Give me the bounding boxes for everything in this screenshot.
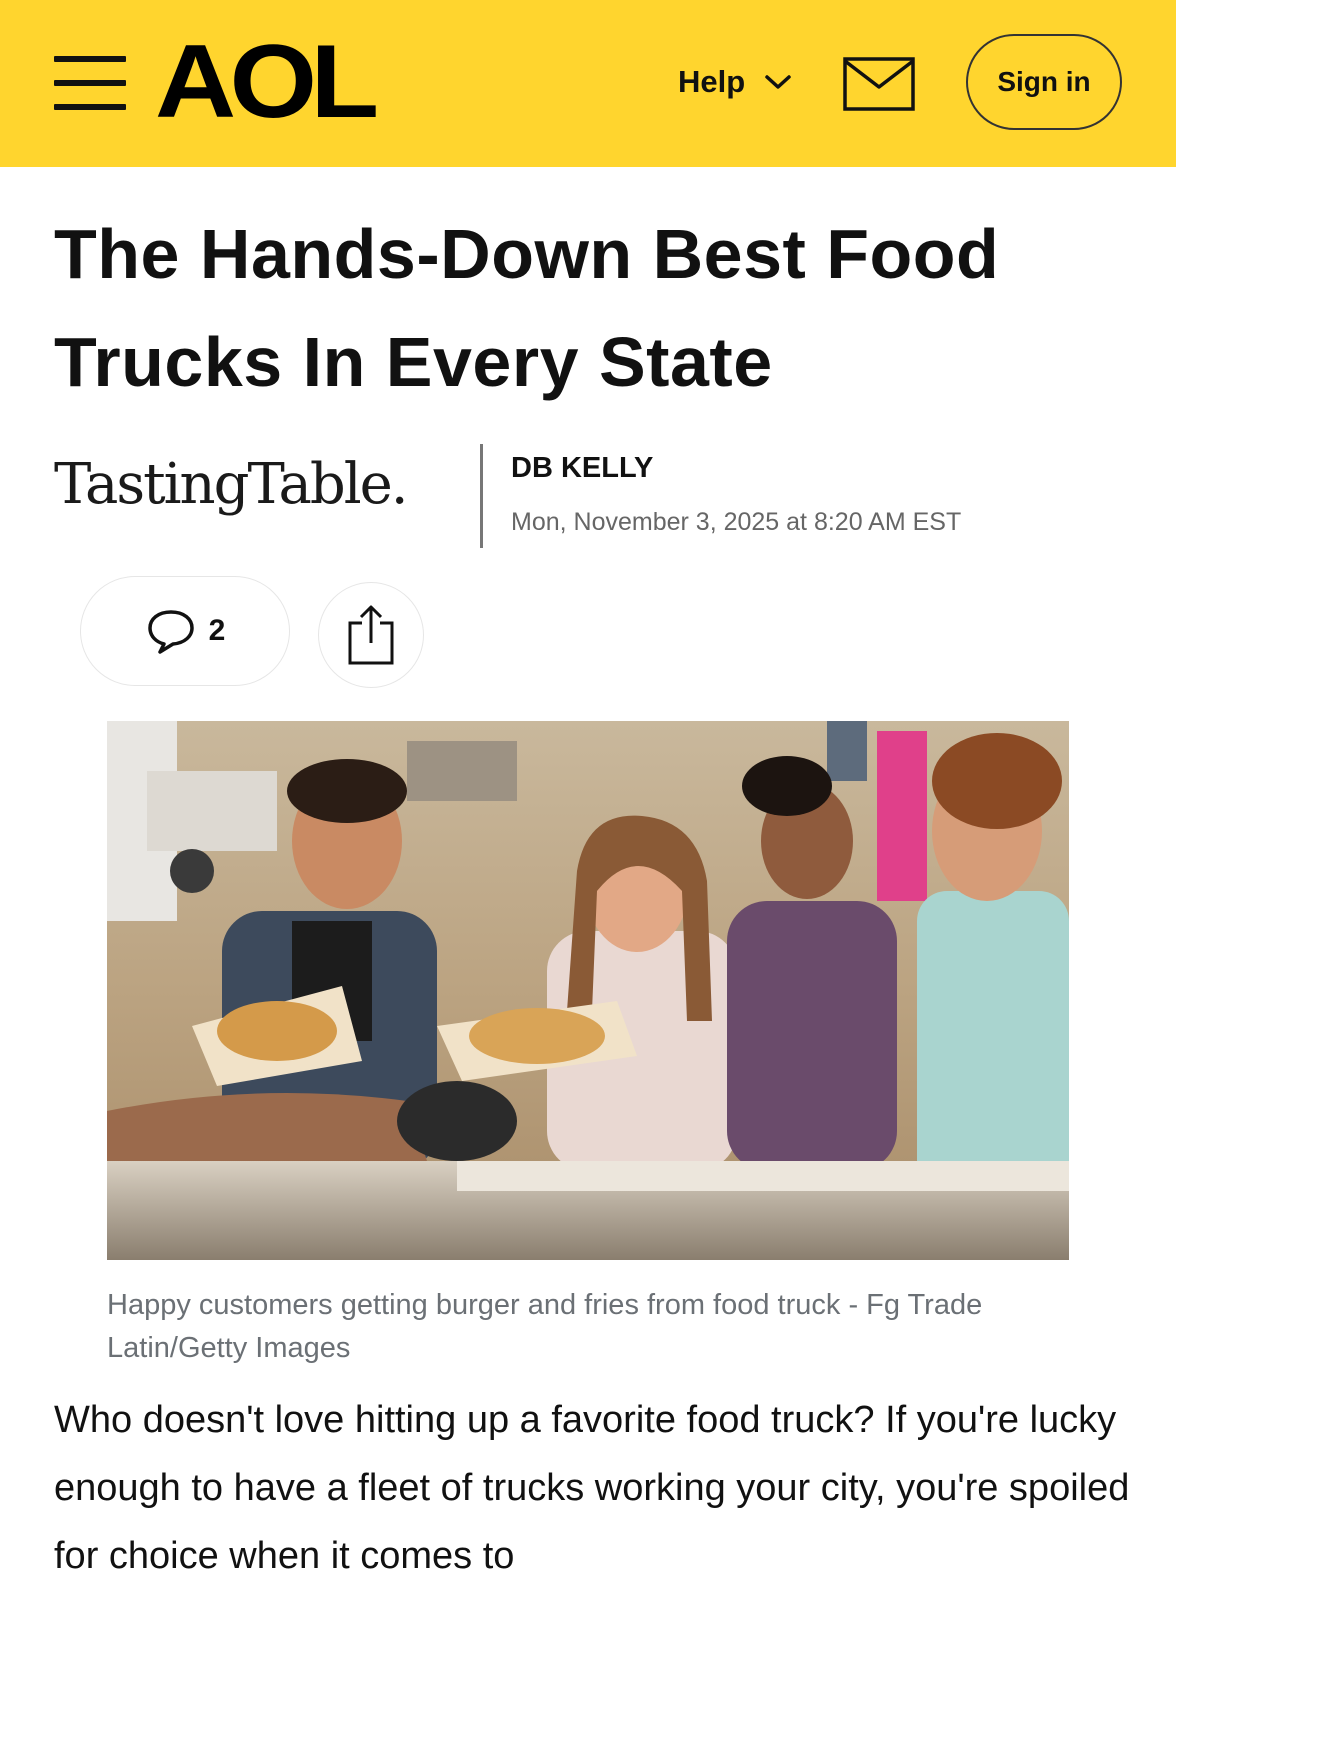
share-icon xyxy=(348,605,394,665)
mail-icon[interactable] xyxy=(843,57,915,111)
comments-button[interactable]: 2 xyxy=(80,576,290,686)
sign-in-button[interactable]: Sign in xyxy=(966,34,1122,130)
site-header: AOL Help Sign in xyxy=(0,0,1176,167)
image-caption: Happy customers getting burger and fries… xyxy=(107,1289,983,1364)
byline-divider xyxy=(480,444,483,548)
article-body: Who doesn't love hitting up a favorite f… xyxy=(54,1399,1130,1577)
publish-date: Mon, November 3, 2025 at 8:20 AM EST xyxy=(511,508,962,536)
author-name[interactable]: DB KELLY xyxy=(511,452,653,485)
menu-icon[interactable] xyxy=(54,56,126,112)
aol-logo[interactable]: AOL xyxy=(155,30,379,134)
comment-count: 2 xyxy=(208,614,226,647)
chevron-down-icon xyxy=(765,75,791,89)
share-button[interactable] xyxy=(318,582,424,688)
food-truck-photo xyxy=(107,721,1069,1260)
comment-icon xyxy=(147,610,194,654)
article-title: The Hands-Down Best Food Trucks In Every… xyxy=(54,215,1000,401)
hero-image xyxy=(107,721,1069,1260)
help-menu-button[interactable]: Help xyxy=(678,62,793,102)
help-label: Help xyxy=(678,64,746,99)
source-logo[interactable]: TastingTable. xyxy=(54,452,409,517)
